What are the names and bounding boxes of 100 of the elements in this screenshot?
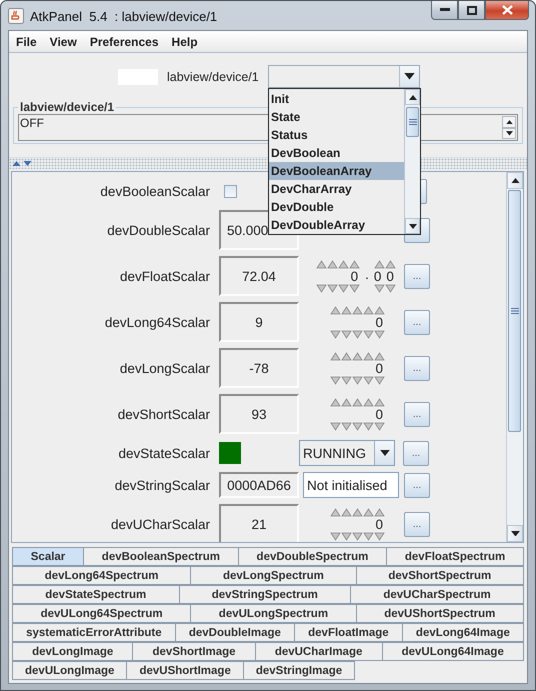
setter-value[interactable]: 0 xyxy=(330,516,385,532)
expand-up-icon[interactable] xyxy=(12,161,21,166)
more-button[interactable]: ... xyxy=(404,472,430,498)
maximize-button[interactable] xyxy=(458,1,485,20)
value-display: 21 xyxy=(219,504,299,542)
menu-item[interactable]: Help xyxy=(166,34,203,48)
attribute-label: devUCharScalar xyxy=(110,516,210,532)
minimize-button[interactable] xyxy=(431,1,458,20)
tab[interactable]: devLongSpectrum xyxy=(190,566,357,585)
dropdown-option[interactable]: State xyxy=(269,108,404,126)
setter-value[interactable]: 0 xyxy=(330,406,385,422)
tab[interactable]: devULong64Image xyxy=(382,642,524,661)
attribute-label: devStateScalar xyxy=(117,446,210,460)
tab[interactable]: devLong64Image xyxy=(402,623,524,642)
attribute-label: devShortScalar xyxy=(116,406,210,422)
decrement-arrows-icon[interactable] xyxy=(330,422,385,430)
up-arrow-icon xyxy=(506,120,512,124)
tab[interactable]: Scalar xyxy=(12,547,84,566)
tab[interactable]: devStringImage xyxy=(242,661,356,680)
window-title: AtkPanel 5.4 : labview/device/1 xyxy=(30,9,218,24)
scrollbar-thumb[interactable] xyxy=(406,107,419,137)
increment-arrows-icon[interactable] xyxy=(330,508,385,516)
tab[interactable]: devShortSpectrum xyxy=(356,566,524,585)
value-display: 9 xyxy=(219,302,299,342)
tab[interactable]: devULong64Spectrum xyxy=(12,604,192,623)
dropdown-option[interactable]: Status xyxy=(269,126,404,144)
status-text: OFF xyxy=(19,115,44,132)
tab[interactable]: systematicErrorAttribute xyxy=(12,623,176,642)
close-icon xyxy=(502,5,512,15)
down-arrow-icon xyxy=(408,224,416,228)
tab[interactable]: devFloatSpectrum xyxy=(386,547,524,566)
tab[interactable]: devULongSpectrum xyxy=(190,604,357,623)
down-arrow-icon xyxy=(510,530,520,536)
tab[interactable]: devStateSpectrum xyxy=(12,585,180,604)
tab[interactable]: devUCharSpectrum xyxy=(350,585,524,604)
more-button[interactable]: ... xyxy=(404,512,430,536)
attribute-label: devFloatScalar xyxy=(118,268,210,284)
more-button[interactable]: ... xyxy=(404,310,430,334)
attribute-label: devDoubleScalar xyxy=(106,222,210,238)
tab[interactable]: devShortImage xyxy=(132,642,256,661)
state-dropdown[interactable]: RUNNING xyxy=(299,440,395,466)
decrement-arrows-icon[interactable] xyxy=(330,532,385,540)
close-button[interactable] xyxy=(485,1,529,20)
minimize-icon xyxy=(440,8,450,12)
tab[interactable]: devDoubleSpectrum xyxy=(238,547,388,566)
decrement-arrows-icon[interactable] xyxy=(374,284,396,292)
tab[interactable]: devFloatImage xyxy=(294,623,403,642)
grip-icon xyxy=(510,308,518,314)
tab[interactable]: devULongImage xyxy=(12,661,128,680)
setter-fraction[interactable]: 00 xyxy=(374,268,399,284)
dropdown-option[interactable]: DevBoolean xyxy=(269,144,404,162)
value-display: 0000AD66 xyxy=(219,472,299,498)
scroll-up-button[interactable] xyxy=(502,116,516,128)
scroll-down-button[interactable] xyxy=(405,218,420,234)
menu-item[interactable]: File xyxy=(11,34,42,48)
input-field[interactable]: Not initialised xyxy=(303,472,399,498)
setter-value[interactable]: 0 xyxy=(330,360,385,376)
dropdown-arrow-icon xyxy=(380,450,390,456)
up-arrow-icon xyxy=(408,94,416,100)
scroll-down-button[interactable] xyxy=(507,525,523,542)
expand-down-icon[interactable] xyxy=(23,161,32,166)
scrollbar-thumb[interactable] xyxy=(508,190,521,432)
tab[interactable]: devLong64Spectrum xyxy=(12,566,192,585)
tab[interactable]: devUShortImage xyxy=(126,661,244,680)
dropdown-option[interactable]: DevDoubleArray xyxy=(269,216,404,234)
tab[interactable]: devStringSpectrum xyxy=(178,585,352,604)
more-button[interactable]: ... xyxy=(404,402,430,426)
menu-item[interactable]: Preferences xyxy=(84,34,164,48)
attribute-label: devLong64Scalar xyxy=(104,314,210,330)
scroll-up-button[interactable] xyxy=(507,172,523,189)
maximize-icon xyxy=(466,6,476,14)
dropdown-option[interactable]: DevDouble xyxy=(269,198,404,216)
more-button[interactable]: ... xyxy=(403,440,429,466)
dropdown-option[interactable]: DevBooleanArray xyxy=(269,162,404,180)
app-icon xyxy=(8,8,24,24)
menu-item[interactable]: View xyxy=(44,34,82,48)
increment-arrows-icon[interactable] xyxy=(330,398,385,406)
more-button[interactable]: ... xyxy=(404,356,430,380)
increment-arrows-icon[interactable] xyxy=(316,260,360,268)
decrement-arrows-icon[interactable] xyxy=(330,376,385,384)
tab[interactable]: devDoubleImage xyxy=(174,623,296,642)
scroll-down-button[interactable] xyxy=(502,128,516,139)
increment-arrows-icon[interactable] xyxy=(374,260,396,268)
increment-arrows-icon[interactable] xyxy=(330,306,385,314)
tab[interactable]: devLongImage xyxy=(12,642,134,661)
value-display: 93 xyxy=(219,394,299,434)
decrement-arrows-icon[interactable] xyxy=(316,284,360,292)
checkbox[interactable] xyxy=(224,184,237,198)
dropdown-option[interactable]: Init xyxy=(269,90,404,108)
increment-arrows-icon[interactable] xyxy=(330,352,385,360)
setter-value[interactable]: 0 xyxy=(316,268,360,284)
value-display: 72.04 xyxy=(219,256,299,296)
tab[interactable]: devBooleanSpectrum xyxy=(83,547,239,566)
dropdown-option[interactable]: DevCharArray xyxy=(269,180,404,198)
tab[interactable]: devUShortSpectrum xyxy=(356,604,524,623)
scroll-up-button[interactable] xyxy=(405,89,420,105)
more-button[interactable]: ... xyxy=(404,264,430,288)
tab[interactable]: devUCharImage xyxy=(254,642,382,661)
decrement-arrows-icon[interactable] xyxy=(330,330,385,338)
setter-value[interactable]: 0 xyxy=(330,314,385,330)
